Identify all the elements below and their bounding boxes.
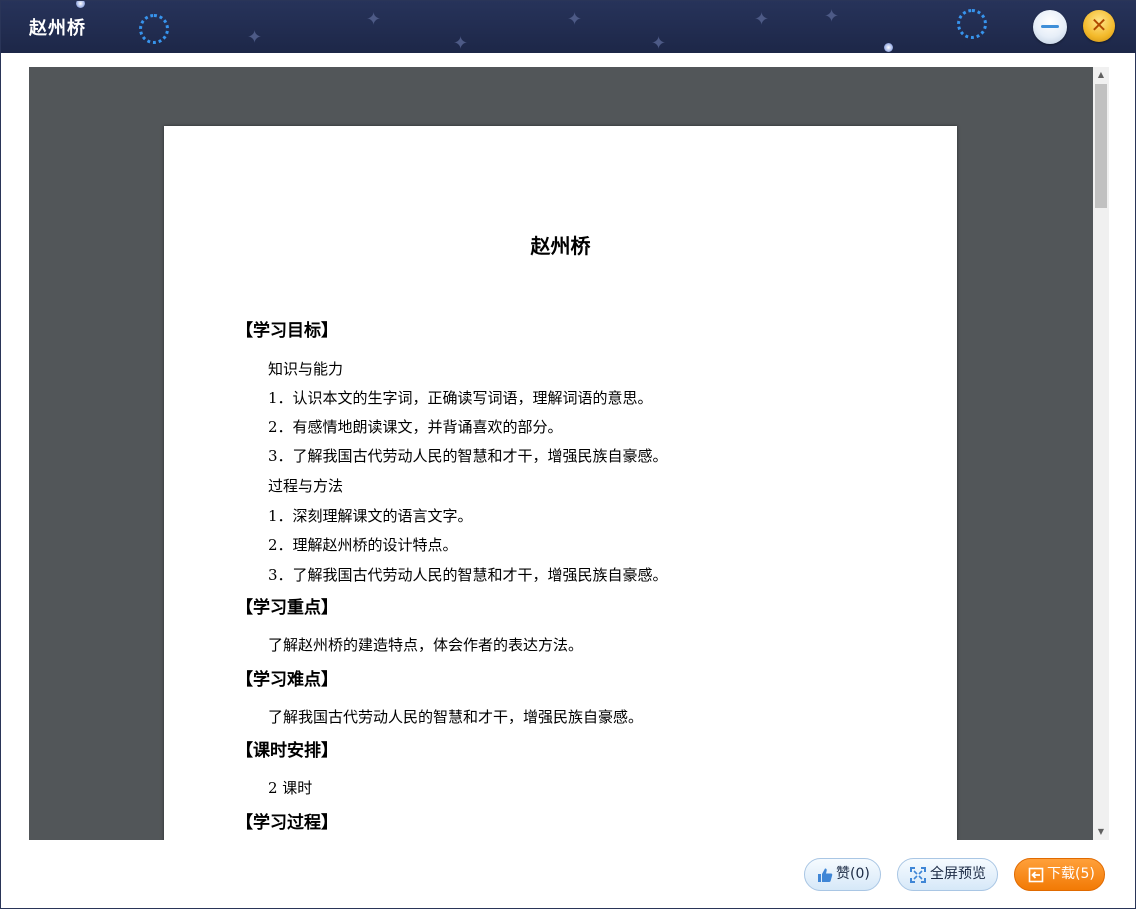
- minimize-icon: [1041, 25, 1059, 28]
- section-heading: 【学习过程】: [236, 813, 338, 833]
- fullscreen-icon: [910, 867, 926, 883]
- scroll-down-icon[interactable]: ▼: [1093, 824, 1109, 840]
- download-button[interactable]: 下载(5): [1014, 858, 1105, 891]
- section-line: 了解赵州桥的建造特点，体会作者的表达方法。: [268, 636, 584, 654]
- sparkle-decoration: [76, 1, 85, 8]
- star-decoration: ✦: [453, 33, 469, 53]
- section-line: 3．了解我国古代劳动人民的智慧和才干，增强民族自豪感。: [268, 566, 668, 584]
- window-title: 赵州桥: [29, 18, 86, 39]
- vertical-scrollbar[interactable]: ▲ ▼: [1093, 67, 1109, 840]
- star-decoration: ✦: [824, 6, 840, 27]
- preview-window: ✦ ✦ ✦ ✦ ✦ ✦ ✦ 赵州桥 ✕ 赵州桥 【学习目标】 知识与能力 1．认…: [0, 0, 1136, 909]
- scroll-up-icon[interactable]: ▲: [1093, 67, 1109, 83]
- star-decoration: ✦: [651, 33, 667, 53]
- star-decoration: ✦: [366, 9, 382, 30]
- section-line: 知识与能力: [268, 360, 344, 378]
- section-line: 2．有感情地朗读课文，并背诵喜欢的部分。: [268, 418, 563, 436]
- section-line: 了解我国古代劳动人民的智慧和才干，增强民族自豪感。: [268, 708, 644, 726]
- title-bar[interactable]: ✦ ✦ ✦ ✦ ✦ ✦ ✦ 赵州桥 ✕: [1, 1, 1136, 53]
- section-line: 2 课时: [268, 779, 313, 797]
- download-label: 下载(5): [1047, 866, 1095, 882]
- sparkle-decoration: [884, 43, 893, 52]
- thumbs-up-icon: [818, 868, 833, 882]
- section-line: 3．了解我国古代劳动人民的智慧和才干，增强民族自豪感。: [268, 447, 668, 465]
- minimize-button[interactable]: [1033, 10, 1067, 44]
- star-decoration: ✦: [754, 9, 770, 30]
- section-heading: 【课时安排】: [236, 741, 338, 761]
- section-line: 1．认识本文的生字词，正确读写词语，理解词语的意思。: [268, 389, 653, 407]
- document-title: 赵州桥: [530, 234, 591, 258]
- fullscreen-preview-button[interactable]: 全屏预览: [897, 858, 998, 891]
- section-line: 2．理解赵州桥的设计特点。: [268, 536, 458, 554]
- document-page: 赵州桥 【学习目标】 知识与能力 1．认识本文的生字词，正确读写词语，理解词语的…: [164, 126, 957, 840]
- close-icon: ✕: [1090, 13, 1108, 37]
- download-icon: [1028, 867, 1044, 883]
- section-line: 过程与方法: [268, 477, 344, 495]
- star-decoration: ✦: [247, 27, 263, 48]
- swirl-decoration: [139, 14, 169, 44]
- swirl-decoration: [957, 9, 987, 39]
- fullscreen-preview-label: 全屏预览: [930, 866, 986, 882]
- section-heading: 【学习难点】: [236, 670, 338, 690]
- document-viewer[interactable]: 赵州桥 【学习目标】 知识与能力 1．认识本文的生字词，正确读写词语，理解词语的…: [29, 67, 1093, 840]
- section-heading: 【学习目标】: [236, 321, 338, 341]
- close-button[interactable]: ✕: [1083, 10, 1115, 42]
- star-decoration: ✦: [567, 9, 583, 30]
- scrollbar-thumb[interactable]: [1095, 84, 1107, 208]
- section-line: 1．深刻理解课文的语言文字。: [268, 507, 473, 525]
- section-heading: 【学习重点】: [236, 598, 338, 618]
- like-button[interactable]: 赞(0): [804, 858, 881, 891]
- like-label: 赞(0): [836, 866, 870, 882]
